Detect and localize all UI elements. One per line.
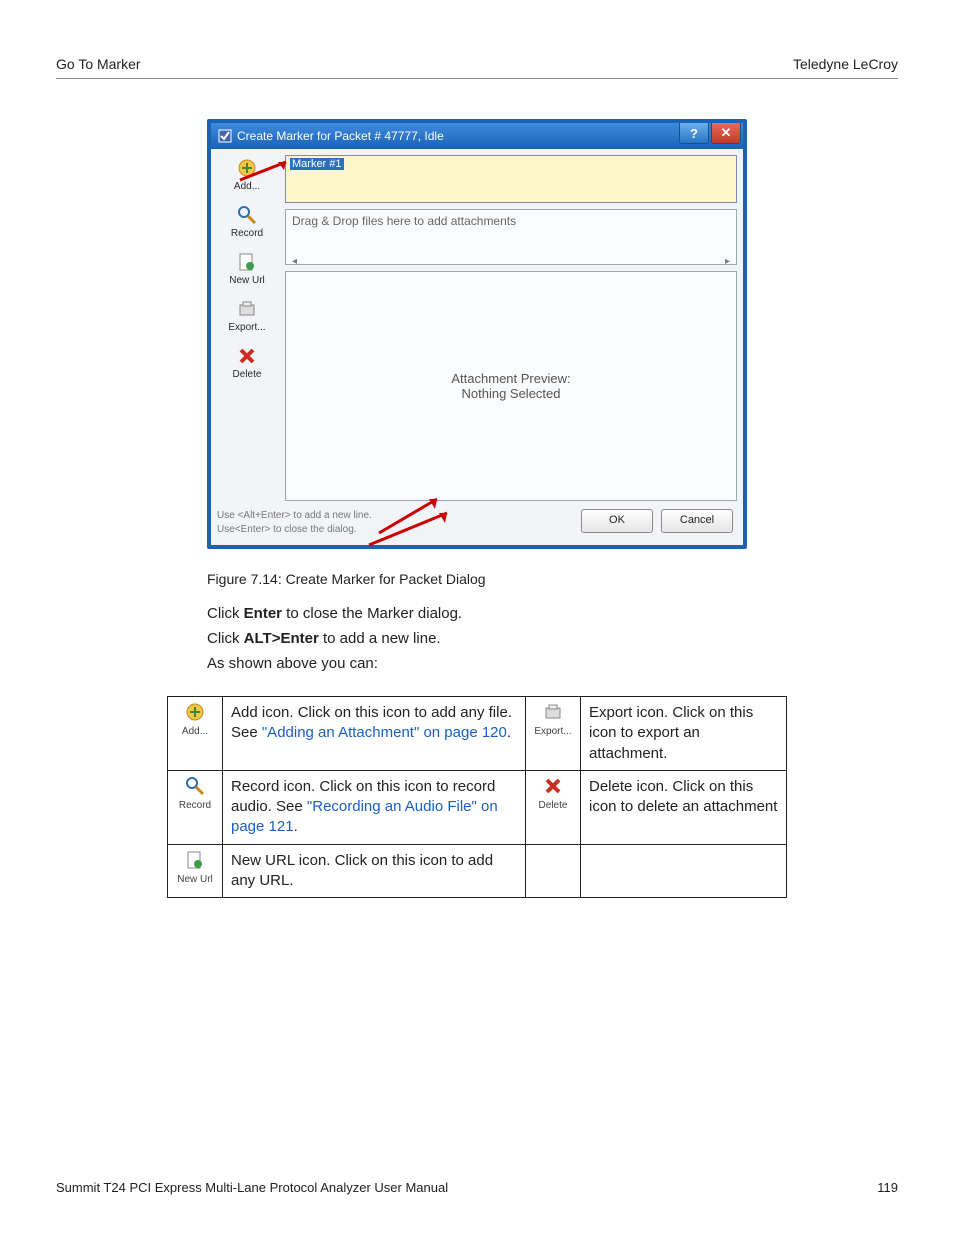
marker-name-input[interactable]: Marker #1 [285, 155, 737, 203]
footer-page-number: 119 [877, 1180, 898, 1195]
export-icon-cell: Export... [525, 697, 580, 771]
create-marker-dialog: Create Marker for Packet # 47777, Idle ?… [207, 119, 747, 549]
instruction-as-shown: As shown above you can: [207, 655, 747, 672]
cancel-button[interactable]: Cancel [661, 509, 733, 533]
table-row: New Url New URL icon. Click on this icon… [168, 844, 787, 898]
new-url-icon-cell: New Url [168, 844, 223, 898]
add-icon-cell: Add... [168, 697, 223, 771]
export-icon-desc: Export icon. Click on this icon to expor… [580, 697, 786, 771]
page-header: Go To Marker Teledyne LeCroy [56, 56, 898, 79]
header-left: Go To Marker [56, 56, 141, 72]
icon-table: Add... Add icon. Click on this icon to a… [167, 696, 787, 898]
instruction-enter: Click Enter to close the Marker dialog. [207, 605, 747, 622]
delete-icon-desc: Delete icon. Click on this icon to delet… [580, 770, 786, 844]
delete-button[interactable]: Delete [233, 345, 262, 380]
delete-icon [236, 345, 258, 367]
new-url-icon [184, 849, 206, 871]
instruction-alt-enter: Click ALT>Enter to add a new line. [207, 630, 747, 647]
dialog-title: Create Marker for Packet # 47777, Idle [237, 129, 444, 143]
titlebar[interactable]: Create Marker for Packet # 47777, Idle ?… [211, 123, 743, 149]
record-icon-cell: Record [168, 770, 223, 844]
close-button[interactable]: ✕ [711, 123, 741, 144]
new-url-icon-desc: New URL icon. Click on this icon to add … [223, 844, 526, 898]
table-row: Add... Add icon. Click on this icon to a… [168, 697, 787, 771]
attachment-dropzone[interactable]: Drag & Drop files here to add attachment… [285, 209, 737, 265]
footer-left: Summit T24 PCI Express Multi-Lane Protoc… [56, 1180, 448, 1195]
link-adding-attachment[interactable]: "Adding an Attachment" on page 120 [262, 724, 507, 741]
preview-title: Attachment Preview: [451, 371, 570, 386]
record-icon-desc: Record icon. Click on this icon to recor… [223, 770, 526, 844]
add-icon-desc: Add icon. Click on this icon to add any … [223, 697, 526, 771]
attachment-preview: Attachment Preview: Nothing Selected [285, 271, 737, 501]
export-icon [236, 298, 258, 320]
table-row: Record Record icon. Click on this icon t… [168, 770, 787, 844]
new-url-button[interactable]: New Url [229, 251, 265, 286]
new-url-icon [236, 251, 258, 273]
delete-icon-cell: Delete [525, 770, 580, 844]
record-label: Record [231, 228, 263, 239]
help-icon: ? [690, 126, 698, 141]
help-button[interactable]: ? [679, 123, 709, 144]
empty-cell [580, 844, 786, 898]
record-button[interactable]: Record [231, 204, 263, 239]
new-url-label: New Url [229, 275, 265, 286]
export-icon [542, 701, 564, 723]
page-footer: Summit T24 PCI Express Multi-Lane Protoc… [56, 1180, 898, 1195]
ok-button[interactable]: OK [581, 509, 653, 533]
delete-icon [542, 775, 564, 797]
header-right: Teledyne LeCroy [793, 56, 898, 72]
close-icon: ✕ [721, 125, 732, 141]
add-icon [236, 157, 258, 179]
add-button[interactable]: Add... [234, 157, 260, 192]
export-button[interactable]: Export... [228, 298, 265, 333]
marker-name-value: Marker #1 [290, 158, 344, 170]
export-label: Export... [228, 322, 265, 333]
add-label: Add... [234, 181, 260, 192]
empty-cell [525, 844, 580, 898]
add-icon [184, 701, 206, 723]
dropzone-text: Drag & Drop files here to add attachment… [292, 214, 516, 228]
preview-sub: Nothing Selected [461, 386, 560, 401]
dropzone-scrollbar[interactable]: ◂▸ [292, 256, 730, 267]
figure-caption: Figure 7.14: Create Marker for Packet Di… [207, 571, 747, 587]
hint-enter: Use<Enter> to close the dialog. [217, 523, 372, 537]
record-icon [236, 204, 258, 226]
app-icon [217, 128, 233, 144]
record-icon [184, 775, 206, 797]
delete-label: Delete [233, 369, 262, 380]
hint-alt-enter: Use <Alt+Enter> to add a new line. [217, 509, 372, 523]
